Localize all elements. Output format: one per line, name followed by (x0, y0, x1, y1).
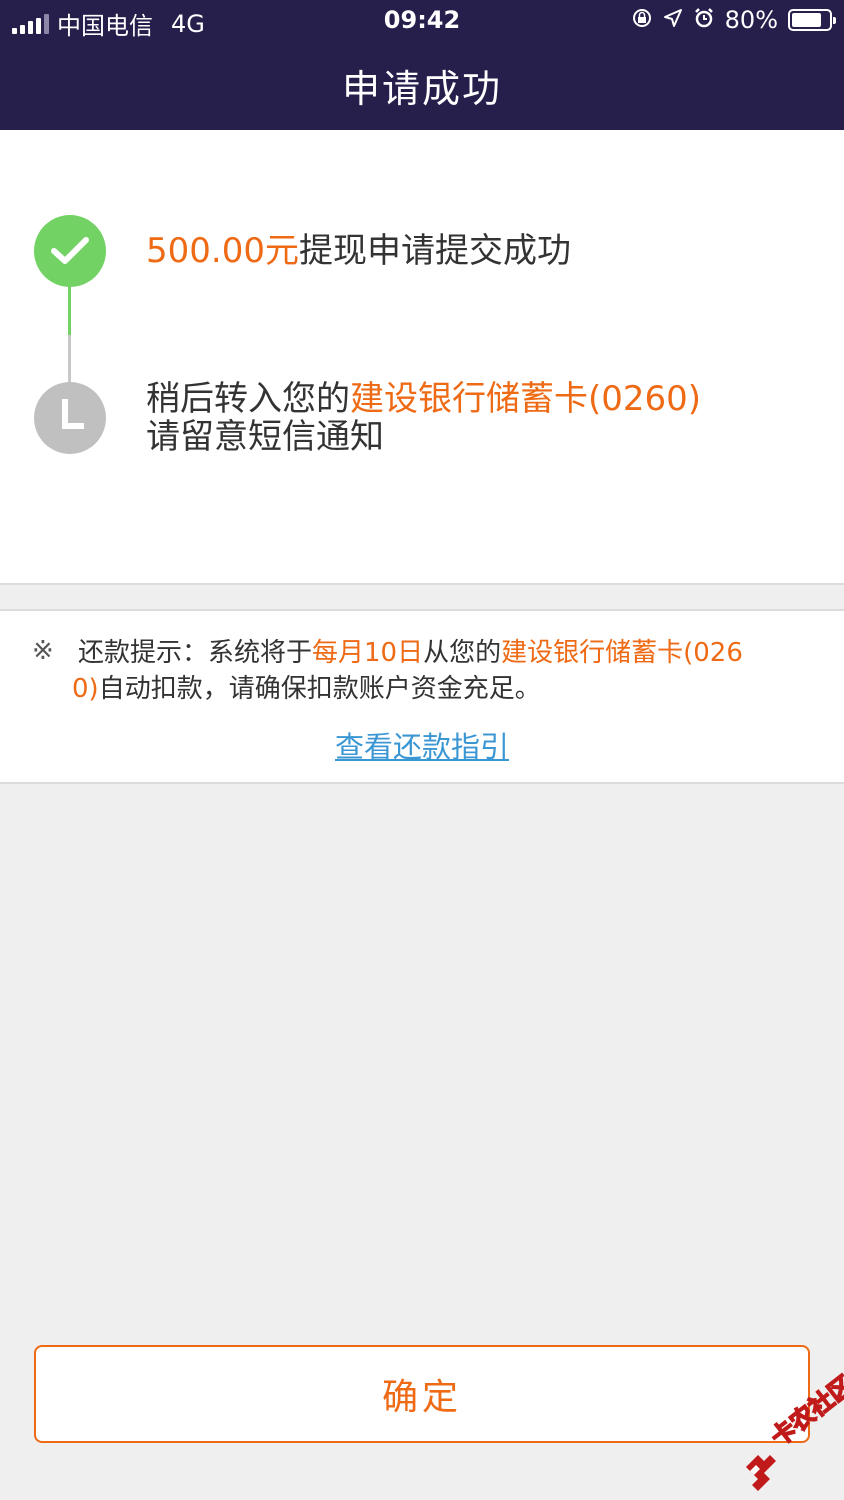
repayment-guide-link[interactable]: 查看还款指引 (0, 724, 844, 766)
progress-card: 500.00元提现申请提交成功 稍后转入您的建设银行储蓄卡(0260) 请留意短… (0, 130, 844, 585)
repayment-notice: ※ 还款提示：系统将于每月10日从您的建设银行储蓄卡(026 0)自动扣款，请确保… (0, 609, 844, 784)
notice-text: 还款提示：系统将于每月10日从您的建设银行储蓄卡(026 0)自动扣款，请确保扣款… (72, 635, 808, 707)
repay-date: 每月10日 (312, 638, 424, 668)
notice-part3: 自动扣款，请确保扣款账户资金充足。 (98, 674, 541, 704)
clock-pending-icon (34, 382, 106, 454)
battery-percent: 80% (724, 6, 778, 34)
step2-prefix: 稍后转入您的 (146, 379, 350, 419)
step-withdraw-submitted: 500.00元提现申请提交成功 (146, 232, 571, 270)
notice-bank-card-tail: 0) (72, 674, 99, 704)
app-header: 中国电信 4G 09:42 80% 申请成功 (0, 0, 844, 130)
step2-sms-notice: 请留意短信通知 (146, 417, 384, 457)
step-connector (68, 280, 71, 395)
step-transfer-pending: 稍后转入您的建设银行储蓄卡(0260) 请留意短信通知 (146, 380, 701, 456)
location-icon (663, 8, 683, 33)
notice-mark-icon: ※ (32, 636, 54, 666)
success-check-icon (34, 215, 106, 287)
notice-part1: 还款提示：系统将于 (78, 638, 313, 668)
withdraw-amount: 500.00元 (146, 231, 299, 271)
bank-card: 建设银行储蓄卡(0260) (350, 379, 702, 419)
alarm-icon (693, 7, 715, 34)
notice-bank-card: 建设银行储蓄卡(026 (501, 638, 743, 668)
battery-icon (788, 9, 836, 31)
status-bar: 中国电信 4G 09:42 80% (0, 0, 844, 42)
rotation-lock-icon (631, 7, 653, 34)
page-title: 申请成功 (341, 67, 502, 111)
step1-label: 提现申请提交成功 (298, 231, 571, 271)
confirm-button[interactable]: 确定 (34, 1345, 810, 1443)
notice-part2: 从您的 (423, 638, 502, 668)
